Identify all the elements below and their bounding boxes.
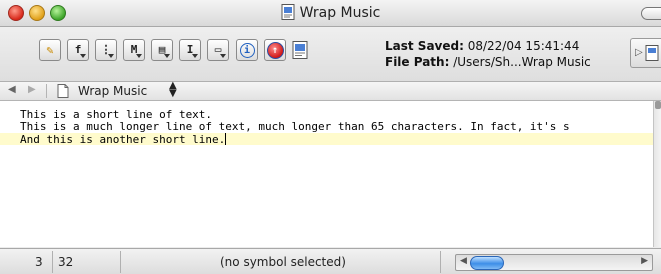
scroll-thumb[interactable] — [655, 101, 661, 109]
column-number: 32 — [58, 255, 74, 269]
text-editor[interactable]: This is a short line of text. This is a … — [0, 101, 653, 247]
divider — [46, 84, 47, 98]
popup-triangle-icon — [80, 54, 86, 58]
horizontal-scrollbar[interactable]: ◀ ▶ — [455, 254, 653, 271]
bbedit-button[interactable]: ↑ — [264, 39, 286, 61]
last-saved-value: 08/22/04 15:41:44 — [467, 39, 580, 53]
toolbar-overflow-button[interactable]: ▷ — [630, 38, 661, 68]
editor-window: Wrap Music ✎ f ⋮ M ▤ I ▭ i ↑ Last Saved:… — [0, 0, 661, 274]
window-title-area: Wrap Music — [0, 4, 661, 21]
text-caret — [225, 133, 227, 145]
pencil-icon: ✎ — [46, 43, 54, 57]
scroll-left-arrow-icon[interactable]: ◀ — [460, 256, 467, 266]
forward-arrow-icon[interactable]: ▶ — [28, 84, 36, 95]
info-icon: i — [239, 43, 255, 58]
marker-menu-button[interactable]: M — [123, 39, 145, 61]
symbol-popup[interactable]: (no symbol selected) — [220, 255, 346, 269]
document-proxy-icon[interactable] — [292, 41, 308, 59]
file-popup-stepper-icon[interactable]: ▲ ▼ — [169, 81, 177, 99]
chevron-right-icon: ▷ — [635, 47, 643, 58]
vertical-scrollbar[interactable] — [653, 101, 661, 247]
bbedit-icon: ↑ — [266, 42, 284, 59]
file-icon — [57, 84, 69, 98]
text-cursor-menu-button[interactable]: I — [179, 39, 201, 61]
toolbar: ✎ f ⋮ M ▤ I ▭ i ↑ Last Saved: 08/22/04 1… — [0, 27, 661, 82]
document-icon — [645, 45, 659, 61]
file-popup-label[interactable]: Wrap Music — [78, 84, 147, 98]
toolbar-toggle-button[interactable] — [641, 7, 661, 20]
pencil-button[interactable]: ✎ — [39, 39, 61, 61]
popup-triangle-icon — [220, 54, 226, 58]
text-line: This is a much longer line of text, much… — [20, 120, 570, 133]
last-saved-label: Last Saved: — [385, 39, 464, 53]
function-menu-button[interactable]: f — [67, 39, 89, 61]
divider — [120, 251, 121, 273]
file-path-value: /Users/Sh...Wrap Music — [453, 55, 591, 69]
window-title: Wrap Music — [299, 5, 381, 21]
document-icon — [281, 4, 295, 20]
list-menu-button[interactable]: ⋮ — [95, 39, 117, 61]
file-path-label: File Path: — [385, 55, 450, 69]
document-menu-button[interactable]: ▤ — [151, 39, 173, 61]
line-number: 3 — [35, 255, 43, 269]
popup-triangle-icon — [136, 54, 142, 58]
file-info: Last Saved: 08/22/04 15:41:44 File Path:… — [385, 38, 591, 70]
info-button[interactable]: i — [236, 39, 258, 61]
popup-triangle-icon — [164, 54, 170, 58]
title-bar: Wrap Music — [0, 0, 661, 27]
status-bar: 3 32 (no symbol selected) ◀ ▶ — [0, 248, 661, 274]
text-line-content: And this is another short line. — [20, 133, 226, 146]
current-text-line: And this is another short line. — [0, 133, 653, 146]
window-button[interactable]: ▭ — [207, 39, 229, 61]
navigation-bar: ◀ ▶ Wrap Music ▲ ▼ — [0, 81, 661, 101]
scroll-right-arrow-icon[interactable]: ▶ — [641, 256, 648, 266]
scroll-knob[interactable] — [470, 256, 504, 270]
divider — [440, 251, 441, 273]
divider — [52, 251, 53, 273]
file-path: File Path: /Users/Sh...Wrap Music — [385, 54, 591, 70]
last-saved: Last Saved: 08/22/04 15:41:44 — [385, 38, 591, 54]
back-arrow-icon[interactable]: ◀ — [8, 84, 16, 95]
popup-triangle-icon — [192, 54, 198, 58]
popup-triangle-icon — [108, 54, 114, 58]
